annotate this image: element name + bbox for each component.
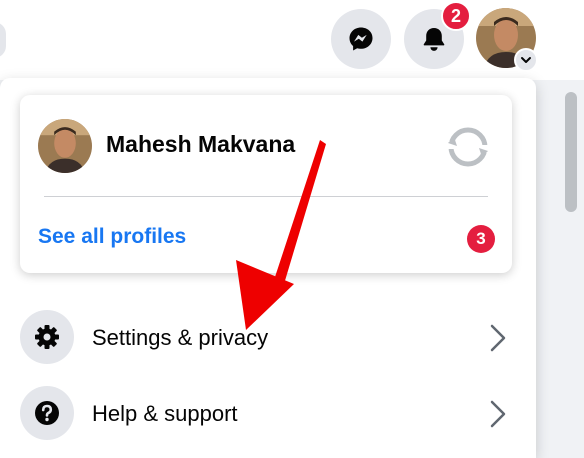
bell-icon [423, 28, 445, 51]
menu-item-label: Settings & privacy [92, 325, 269, 350]
messenger-icon [349, 27, 373, 51]
notification-count-badge: 2 [441, 1, 471, 31]
profiles-count-badge: 3 [467, 225, 495, 253]
scrollbar-thumb[interactable] [565, 92, 577, 212]
chevron-down-icon [521, 57, 531, 63]
account-menu-toggle[interactable] [514, 48, 538, 72]
divider [44, 196, 488, 197]
switch-profile-icon[interactable] [444, 123, 492, 171]
question-icon-container [20, 386, 74, 440]
messenger-button[interactable] [331, 9, 391, 69]
gear-icon [35, 325, 59, 349]
menu-item-settings-privacy[interactable]: Settings & privacy [20, 308, 516, 372]
question-icon [35, 401, 59, 425]
chevron-right-icon [490, 324, 506, 352]
profile-photo [38, 119, 92, 173]
gear-icon-container [20, 310, 74, 364]
profile-name[interactable]: Mahesh Makvana [106, 131, 295, 158]
see-all-profiles-link[interactable]: See all profiles [38, 225, 186, 249]
menu-item-help-support[interactable]: Help & support [20, 384, 516, 448]
profile-avatar[interactable] [38, 119, 92, 173]
top-navigation-bar: 2 [0, 0, 584, 80]
menu-item-label: Help & support [92, 401, 238, 426]
search-field-edge[interactable] [0, 22, 6, 58]
profile-card: Mahesh Makvana See all profiles 3 [20, 95, 512, 273]
chevron-right-icon [490, 400, 506, 428]
